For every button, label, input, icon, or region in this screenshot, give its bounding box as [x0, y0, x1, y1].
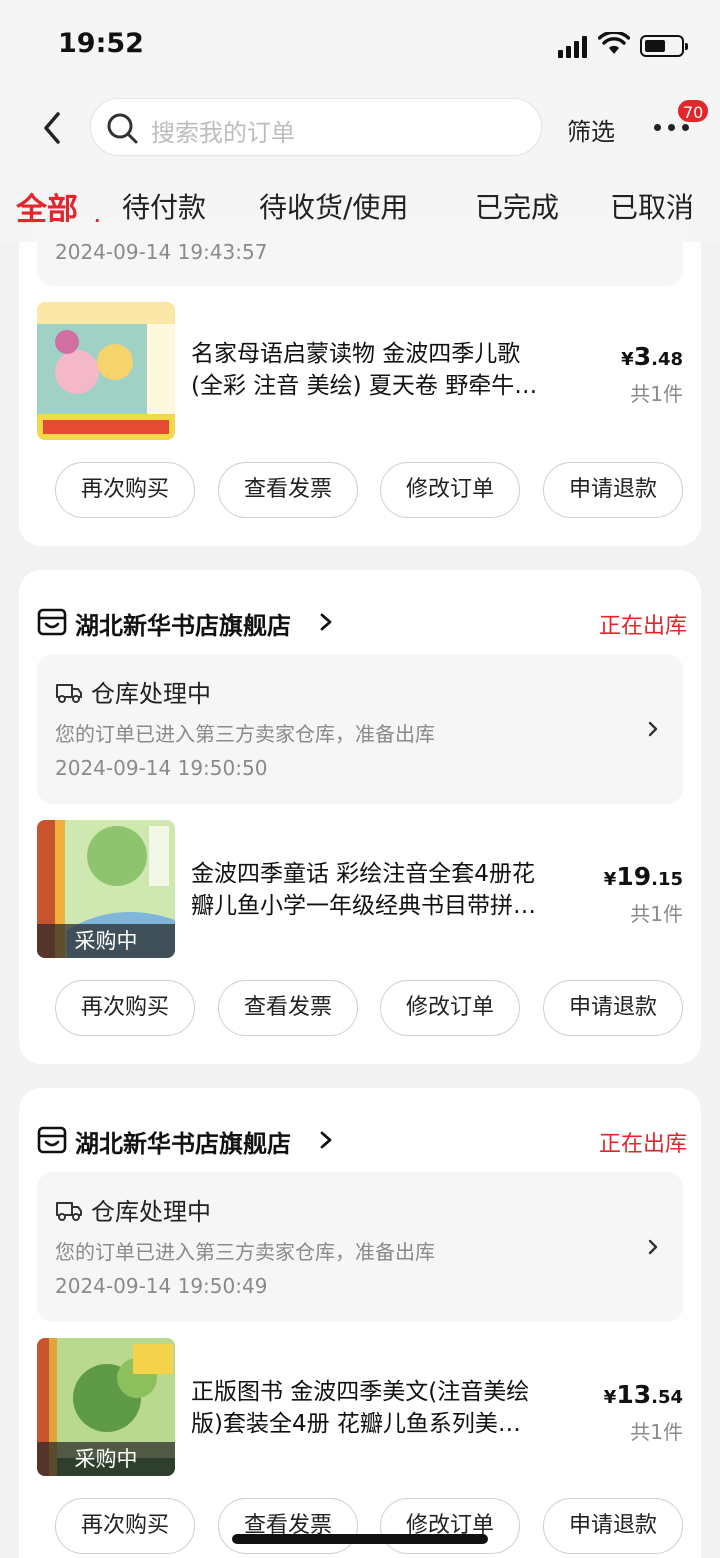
order-card: 湖北新华书店旗舰店 正在出库 仓库处理中 您的订单已进入第三方卖家仓库，准备出库…	[19, 1088, 701, 1558]
tracking-box[interactable]: 仓库处理中 您的订单已进入第三方卖家仓库，准备出库 2024-09-14 19:…	[37, 1172, 683, 1322]
chevron-right-icon	[648, 1239, 658, 1255]
product-title[interactable]: 名家母语启蒙读物 金波四季儿歌 (全彩 注音 美绘) 夏天卷 野牵牛…	[191, 338, 587, 402]
request-refund-button[interactable]: 申请退款	[543, 980, 683, 1036]
store-icon	[37, 1126, 67, 1154]
store-name: 湖北新华书店旗舰店	[75, 1130, 291, 1158]
battery-icon	[640, 35, 688, 57]
store-header[interactable]: 湖北新华书店旗舰店 正在出库	[37, 1124, 687, 1158]
tab-pending-receipt[interactable]: 待收货/使用	[259, 186, 408, 226]
order-status: 正在出库	[598, 1132, 687, 1157]
product-price: ¥19.15	[603, 862, 683, 891]
store-icon	[37, 608, 67, 636]
modify-order-button[interactable]: 修改订单	[380, 980, 520, 1036]
modify-order-button[interactable]: 修改订单	[380, 462, 520, 518]
product-quantity: 共1件	[630, 902, 683, 926]
tracking-time: 2024-09-14 19:50:50	[55, 756, 268, 780]
tab-pending-payment[interactable]: 待付款	[122, 186, 206, 226]
chevron-right-icon	[320, 613, 332, 631]
tracking-box[interactable]: 2024-09-14 19:43:57	[37, 222, 683, 286]
product-quantity: 共1件	[630, 1420, 683, 1444]
book-cover-image	[37, 302, 175, 440]
order-card: 湖北新华书店旗舰店 正在出库 仓库处理中 您的订单已进入第三方卖家仓库，准备出库…	[19, 570, 701, 1064]
order-status: 正在出库	[598, 614, 687, 639]
product-price: ¥13.54	[603, 1380, 683, 1409]
search-icon	[107, 113, 138, 144]
tab-cancelled[interactable]: 已取消	[610, 186, 694, 226]
status-time: 19:52	[58, 28, 144, 59]
tracking-description: 您的订单已进入第三方卖家仓库，准备出库	[55, 1240, 435, 1264]
purchasing-tag: 采购中	[37, 924, 175, 958]
product-title[interactable]: 金波四季童话 彩绘注音全套4册花 瓣儿鱼小学一年级经典书目带拼…	[191, 858, 587, 922]
notification-badge: 70	[676, 98, 711, 124]
search-placeholder: 搜索我的订单	[151, 119, 295, 147]
rebuy-button[interactable]: 再次购买	[55, 462, 195, 518]
store-header[interactable]: 湖北新华书店旗舰店 正在出库	[37, 606, 687, 640]
request-refund-button[interactable]: 申请退款	[543, 1498, 683, 1554]
view-invoice-button[interactable]: 查看发票	[218, 980, 358, 1036]
header: 搜索我的订单 筛选 70	[0, 90, 720, 166]
rebuy-button[interactable]: 再次购买	[55, 980, 195, 1036]
tracking-description: 您的订单已进入第三方卖家仓库，准备出库	[55, 722, 435, 746]
modify-order-button[interactable]: 修改订单	[380, 1498, 520, 1554]
chevron-right-icon	[648, 721, 658, 737]
truck-icon	[56, 684, 82, 703]
product-thumbnail[interactable]: 采购中	[37, 1338, 175, 1476]
tracking-title: 仓库处理中	[91, 680, 211, 708]
product-title[interactable]: 正版图书 金波四季美文(注音美绘 版)套装全4册 花瓣儿鱼系列美…	[191, 1376, 587, 1440]
wifi-icon	[598, 32, 630, 54]
request-refund-button[interactable]: 申请退款	[543, 462, 683, 518]
rebuy-button[interactable]: 再次购买	[55, 1498, 195, 1554]
truck-icon	[56, 1202, 82, 1221]
view-invoice-button[interactable]: 查看发票	[218, 1498, 358, 1554]
product-price: ¥3.48	[621, 342, 683, 371]
store-name: 湖北新华书店旗舰店	[75, 612, 291, 640]
search-input[interactable]: 搜索我的订单	[90, 98, 542, 156]
tracking-time: 2024-09-14 19:50:49	[55, 1274, 268, 1298]
purchasing-tag: 采购中	[37, 1442, 175, 1476]
tracking-box[interactable]: 仓库处理中 您的订单已进入第三方卖家仓库，准备出库 2024-09-14 19:…	[37, 654, 683, 804]
product-quantity: 共1件	[630, 382, 683, 406]
status-bar: 19:52	[0, 0, 720, 90]
filter-button[interactable]: 筛选	[567, 112, 615, 147]
chevron-right-icon	[320, 1131, 332, 1149]
view-invoice-button[interactable]: 查看发票	[218, 462, 358, 518]
tab-completed[interactable]: 已完成	[475, 186, 559, 226]
tracking-time: 2024-09-14 19:43:57	[55, 240, 268, 264]
product-thumbnail[interactable]: 采购中	[37, 820, 175, 958]
back-icon[interactable]	[38, 108, 68, 148]
tracking-title: 仓库处理中	[91, 1198, 211, 1226]
home-indicator[interactable]	[232, 1534, 488, 1544]
cellular-signal-icon	[558, 36, 588, 58]
product-thumbnail[interactable]	[37, 302, 175, 440]
order-card: 2024-09-14 19:43:57 名家母语启蒙读物 金波四季儿歌 (全彩 …	[19, 222, 701, 546]
